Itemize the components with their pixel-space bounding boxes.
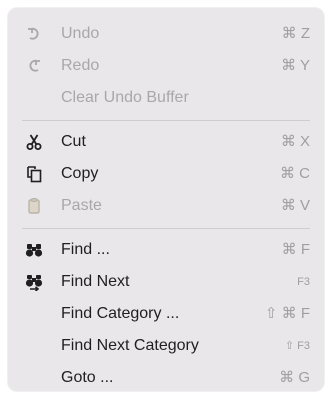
shortcut-label: ⌘ F: [281, 241, 310, 258]
menu-item-label: Redo: [61, 57, 100, 74]
binoculars-next-icon: [24, 272, 44, 292]
edit-context-menu: Undo ⌘ Z Redo ⌘ Y Clear Undo Buffer Cut …: [8, 8, 324, 391]
clipboard-icon: [24, 196, 44, 216]
menu-item-label: Find ...: [61, 241, 110, 258]
menu-item-label: Find Next Category: [61, 337, 199, 354]
shortcut-label: ⌘ C: [280, 165, 310, 182]
menu-item-goto[interactable]: Goto ... ⌘ G: [8, 362, 324, 394]
menu-item-cut[interactable]: Cut ⌘ X: [8, 126, 324, 158]
shortcut-label: ⌘ X: [280, 133, 310, 150]
menu-item-label: Find Next: [61, 273, 130, 290]
menu-separator: [22, 228, 310, 229]
menu-item-label: Find Category ...: [61, 305, 180, 322]
menu-item-undo[interactable]: Undo ⌘ Z: [8, 18, 324, 50]
menu-item-find-next[interactable]: Find Next F3: [8, 266, 324, 298]
shortcut-label: ⌘ Z: [281, 25, 310, 42]
menu-item-label: Undo: [61, 25, 100, 42]
binoculars-icon: [24, 240, 44, 260]
shortcut-key: ⇧ F3: [284, 340, 310, 352]
shortcut-label: ⌘ V: [280, 197, 310, 214]
shortcut-label: ⌘ G: [279, 369, 310, 386]
menu-item-redo[interactable]: Redo ⌘ Y: [8, 50, 324, 82]
menu-item-copy[interactable]: Copy ⌘ C: [8, 158, 324, 190]
shortcut-key: F3: [297, 276, 310, 288]
menu-item-label: Paste: [61, 197, 102, 214]
shortcut-label: ⌘ Y: [281, 57, 310, 74]
menu-item-find[interactable]: Find ... ⌘ F: [8, 234, 324, 266]
menu-item-clear-undo-buffer[interactable]: Clear Undo Buffer: [8, 82, 324, 114]
undo-icon: [24, 24, 44, 44]
menu-item-label: Copy: [61, 165, 99, 182]
menu-item-label: Clear Undo Buffer: [61, 89, 189, 106]
shortcut-label: ⇧ F3: [285, 330, 310, 362]
copy-icon: [24, 164, 44, 184]
scissors-icon: [24, 132, 44, 152]
menu-item-label: Goto ...: [61, 369, 114, 386]
menu-item-find-next-category[interactable]: Find Next Category ⇧ F3: [8, 330, 324, 362]
menu-separator: [22, 120, 310, 121]
shortcut-label: ⇧ ⌘ F: [264, 305, 310, 322]
shortcut-label: F3: [297, 266, 310, 298]
menu-item-paste[interactable]: Paste ⌘ V: [8, 190, 324, 222]
menu-item-find-category[interactable]: Find Category ... ⇧ ⌘ F: [8, 298, 324, 330]
redo-icon: [24, 56, 44, 76]
menu-item-label: Cut: [61, 133, 86, 150]
